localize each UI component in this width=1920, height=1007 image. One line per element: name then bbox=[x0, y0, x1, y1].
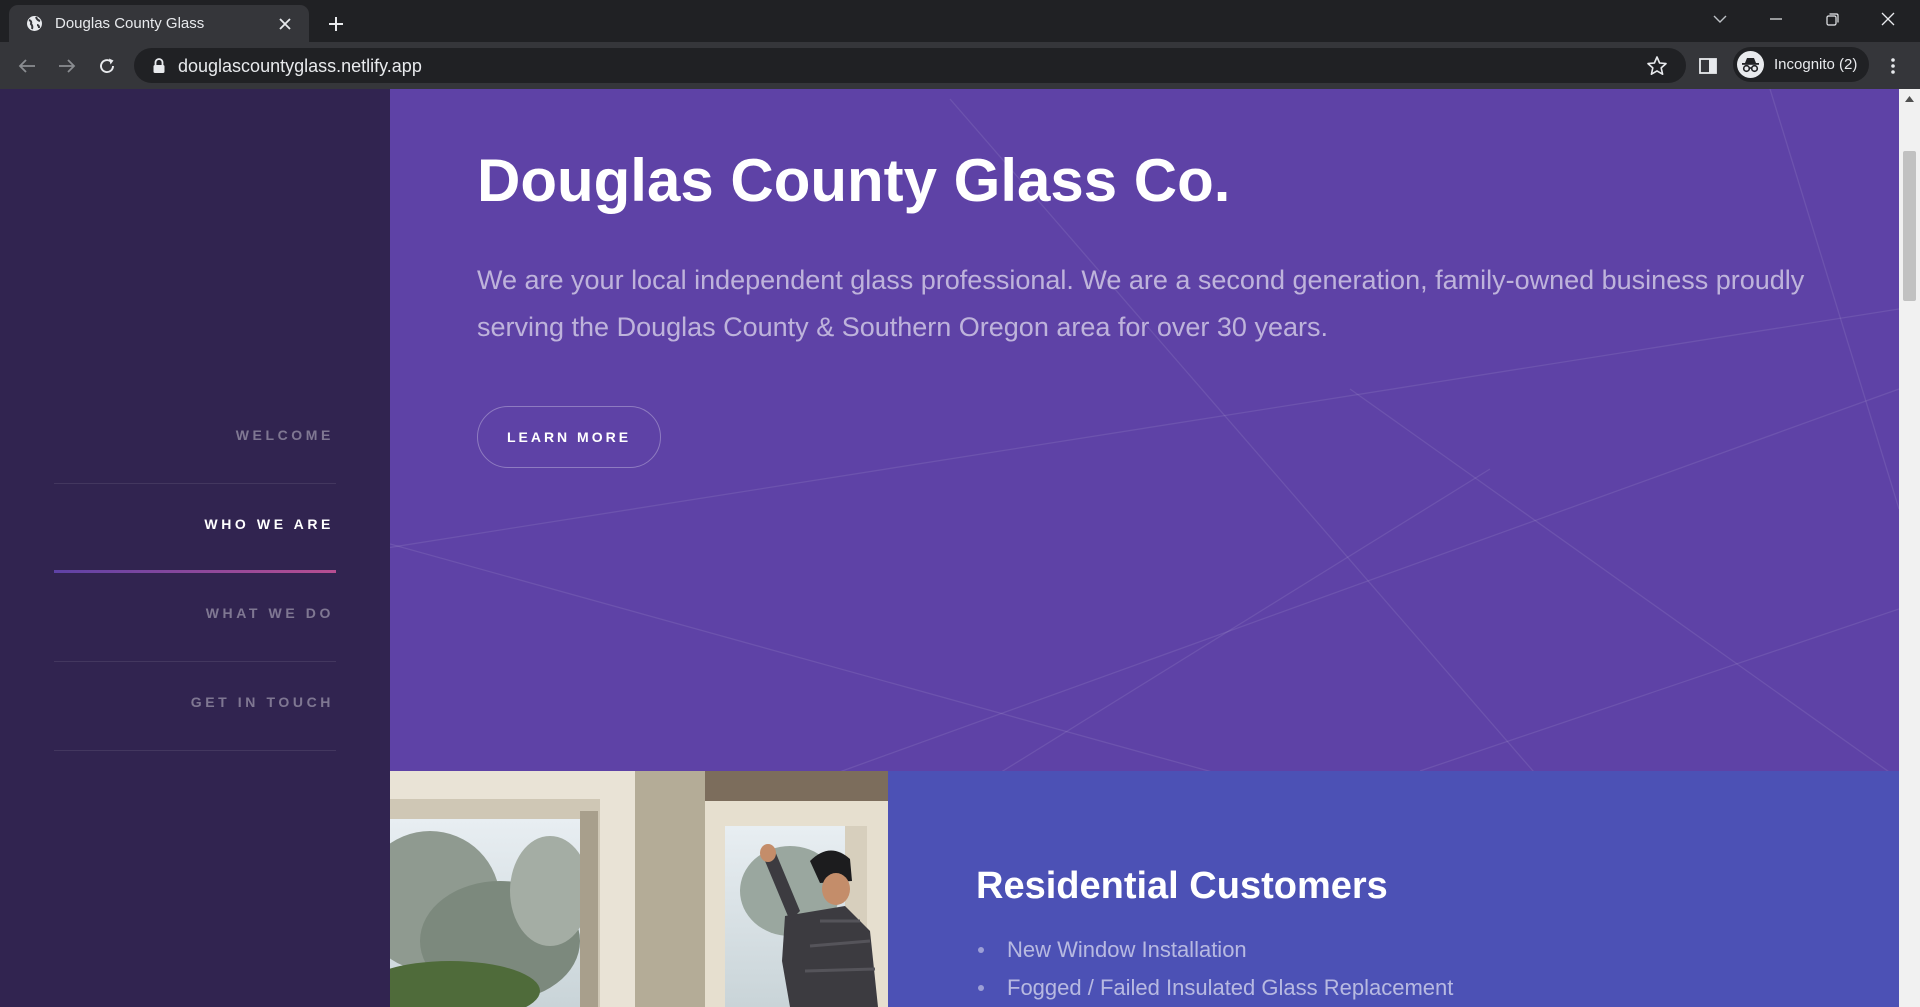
url-text[interactable]: douglascountyglass.netlify.app bbox=[178, 56, 422, 77]
sidebar-item-label[interactable]: WELCOME bbox=[236, 427, 334, 443]
arrow-right-icon[interactable] bbox=[52, 51, 82, 81]
sidebar-item-label[interactable]: WHAT WE DO bbox=[206, 605, 334, 621]
sidebar-item-get-in-touch[interactable]: GET IN TOUCH bbox=[54, 662, 336, 751]
scrollbar-thumb[interactable] bbox=[1903, 151, 1916, 301]
browser-toolbar: douglascountyglass.netlify.app Incognito… bbox=[0, 42, 1920, 89]
section-title: Residential Customers bbox=[976, 865, 1388, 907]
sidebar-item-welcome[interactable]: WELCOME bbox=[54, 395, 336, 484]
restore-icon[interactable] bbox=[1804, 0, 1860, 38]
page-scrollbar[interactable] bbox=[1899, 89, 1920, 1007]
minimize-icon[interactable] bbox=[1748, 0, 1804, 38]
incognito-label: Incognito (2) bbox=[1774, 56, 1858, 73]
incognito-profile-button[interactable]: Incognito (2) bbox=[1733, 47, 1869, 82]
scroll-up-arrow-icon[interactable] bbox=[1899, 89, 1920, 109]
list-item: Fogged / Failed Insulated Glass Replacem… bbox=[976, 975, 1453, 1007]
sidebar-nav: WELCOME WHO WE ARE WHAT WE DO GET IN TOU… bbox=[54, 395, 336, 751]
reload-icon[interactable] bbox=[92, 51, 122, 81]
residential-section: Residential Customers New Window Install… bbox=[888, 771, 1899, 1007]
hero-description: We are your local independent glass prof… bbox=[477, 265, 1805, 342]
globe-icon bbox=[26, 15, 43, 32]
arrow-left-icon[interactable] bbox=[12, 51, 42, 81]
sidebar-item-who-we-are[interactable]: WHO WE ARE bbox=[54, 484, 336, 573]
side-panel-icon[interactable] bbox=[1693, 51, 1723, 81]
sidebar-item-what-we-do[interactable]: WHAT WE DO bbox=[54, 573, 336, 662]
page-viewport: WELCOME WHO WE ARE WHAT WE DO GET IN TOU… bbox=[0, 89, 1920, 1007]
page-title: Douglas County Glass Co. bbox=[477, 147, 1231, 214]
chevron-down-icon[interactable] bbox=[1692, 0, 1748, 38]
incognito-icon bbox=[1737, 51, 1764, 78]
tab-title: Douglas County Glass bbox=[55, 15, 205, 32]
address-bar[interactable]: douglascountyglass.netlify.app bbox=[134, 48, 1686, 83]
close-icon[interactable] bbox=[275, 14, 295, 34]
window-close-icon[interactable] bbox=[1860, 0, 1916, 38]
sidebar-item-label[interactable]: GET IN TOUCH bbox=[191, 694, 334, 710]
sidebar: WELCOME WHO WE ARE WHAT WE DO GET IN TOU… bbox=[0, 89, 390, 1007]
browser-tab[interactable]: Douglas County Glass bbox=[9, 5, 309, 42]
worker-installing-window-image bbox=[390, 771, 888, 1007]
list-item: New Window Installation bbox=[976, 937, 1453, 975]
browser-tabstrip: Douglas County Glass bbox=[0, 0, 1920, 42]
sidebar-item-label[interactable]: WHO WE ARE bbox=[204, 516, 334, 532]
plus-icon[interactable] bbox=[323, 11, 349, 37]
lock-icon[interactable] bbox=[152, 58, 166, 74]
service-list: New Window Installation Fogged / Failed … bbox=[976, 937, 1453, 1007]
hero-section: Douglas County Glass Co. We are your loc… bbox=[390, 89, 1899, 771]
star-icon[interactable] bbox=[1646, 55, 1668, 77]
kebab-menu-icon[interactable] bbox=[1878, 51, 1908, 81]
learn-more-button[interactable]: LEARN MORE bbox=[477, 406, 661, 468]
